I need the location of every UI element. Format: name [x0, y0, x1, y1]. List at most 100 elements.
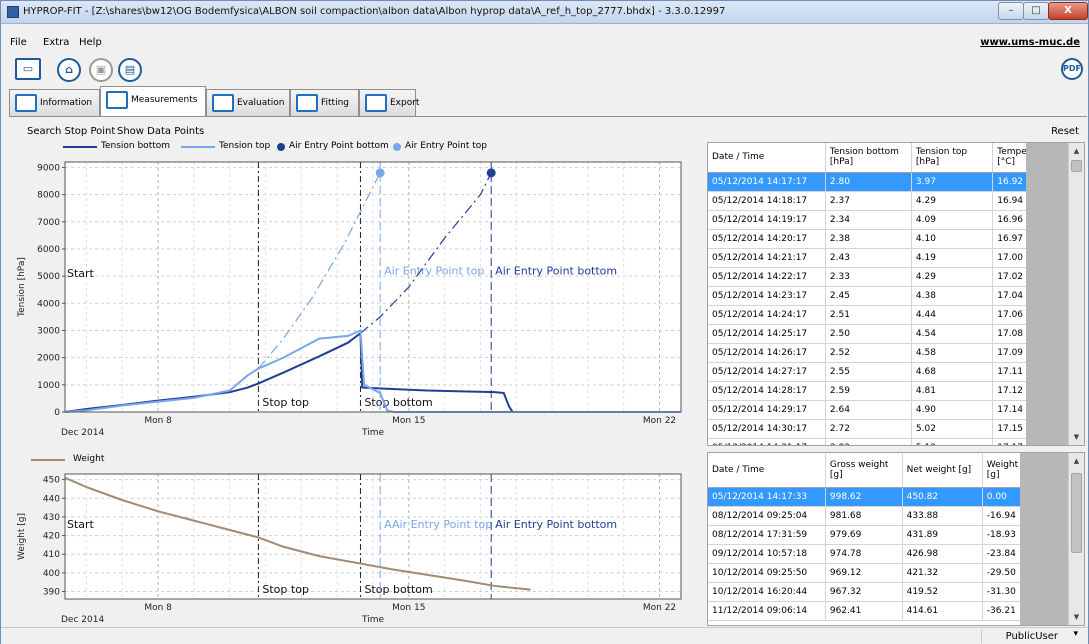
table-row[interactable]: 05/12/2014 14:24:17 2.51 4.44 17.06	[708, 305, 1070, 325]
menu-file[interactable]: File	[10, 37, 27, 48]
tension-table-scrollbar[interactable]: ▲ ▼	[1068, 143, 1084, 445]
table-cell: 2.51	[825, 305, 912, 325]
table-row[interactable]: 10/12/2014 09:25:50 969.12 421.32 -29.50	[708, 563, 1071, 583]
table-row[interactable]: 05/12/2014 14:17:17 2.80 3.97 16.92	[708, 172, 1070, 192]
scroll-thumb[interactable]	[1071, 473, 1082, 553]
status-dropdown-icon[interactable]: ▾	[1073, 629, 1078, 639]
y-tick-label: 450	[43, 476, 60, 486]
table-row[interactable]: 05/12/2014 14:31:172.835.1217.17	[708, 438, 1070, 445]
y-tick-label: 430	[43, 513, 60, 523]
table-cell: 2.72	[825, 419, 912, 439]
table-row[interactable]: 05/12/2014 14:20:17 2.38 4.10 16.97	[708, 229, 1070, 249]
tab-label: Fitting	[321, 98, 349, 108]
table-cell: 05/12/2014 14:17:17	[708, 172, 826, 192]
table-row[interactable]: 08/12/2014 17:31:59 979.69 431.89 -18.93	[708, 525, 1071, 545]
table-cell: 962.41	[825, 601, 903, 621]
column-header[interactable]: Net weight [g]	[902, 453, 983, 488]
table-cell: 419.52	[902, 582, 983, 602]
tab-export[interactable]: Export	[359, 89, 419, 116]
table-row[interactable]: 05/12/2014 14:23:17 2.45 4.38 17.04	[708, 286, 1070, 306]
y-tick-label: 440	[43, 494, 60, 504]
scroll-down-icon[interactable]: ▼	[1069, 609, 1084, 625]
table-cell: 05/12/2014 14:31:17	[708, 438, 826, 445]
table-row[interactable]: 09/12/2014 10:57:18 974.78 426.98 -23.84	[708, 544, 1071, 564]
tab-evaluation[interactable]: Evaluation	[206, 89, 290, 116]
table-row[interactable]: 05/12/2014 14:26:17 2.52 4.58 17.09	[708, 343, 1070, 363]
column-header[interactable]: Tension top [hPa]	[911, 143, 994, 173]
table-row[interactable]: 05/12/2014 14:28:17 2.59 4.81 17.12	[708, 381, 1070, 401]
toolbar: ▭ ⌂ ▣ ▤ PDF	[1, 52, 1088, 85]
table-row[interactable]: 05/12/2014 14:25:17 2.50 4.54 17.08	[708, 324, 1070, 344]
title-bar: HYPROP-FIT - [Z:\shares\bw12\OG Bodemfys…	[1, 1, 1088, 24]
scroll-up-icon[interactable]: ▲	[1069, 143, 1084, 159]
scroll-up-icon[interactable]: ▲	[1069, 453, 1084, 469]
table-cell: 4.81	[911, 381, 994, 401]
scroll-thumb[interactable]	[1071, 160, 1082, 172]
table-cell: 2.59	[825, 381, 912, 401]
table-row[interactable]: 10/12/2014 16:20:44 967.32 419.52 -31.30	[708, 582, 1071, 602]
table-row[interactable]: 11/12/2014 09:06:14 962.41 414.61 -36.21	[708, 601, 1071, 621]
legend-swatch-weight	[31, 459, 65, 461]
pdf-icon[interactable]: PDF	[1061, 58, 1083, 80]
menu-help[interactable]: Help	[79, 37, 102, 48]
column-header[interactable]: Date / Time	[708, 453, 826, 488]
weight-chart: 390 400 410 420 430 440 450 Mon 8 Mon 15 Mon 22 De…	[17, 473, 682, 625]
table-row[interactable]: 05/12/2014 14:19:17 2.34 4.09 16.96	[708, 210, 1070, 230]
tab-information[interactable]: Information	[9, 89, 100, 116]
legend-aep-bottom: Air Entry Point bottom	[289, 141, 389, 151]
weight-table-scrollbar[interactable]: ▲ ▼	[1068, 453, 1084, 625]
table-cell: 5.02	[911, 419, 994, 439]
table-row[interactable]: 05/12/2014 14:29:17 2.64 4.90 17.14	[708, 400, 1070, 420]
legend-swatch-bottom	[63, 146, 97, 148]
column-header[interactable]: Date / Time	[708, 143, 826, 173]
table-cell: 981.68	[825, 506, 903, 526]
column-header[interactable]: Tension bottom [hPa]	[825, 143, 912, 173]
save-icon[interactable]: ▣	[89, 58, 113, 82]
search-stop-point-button[interactable]: Search Stop Point	[27, 126, 115, 137]
table-row[interactable]: 05/12/2014 14:18:17 2.37 4.29 16.94	[708, 191, 1070, 211]
table-cell: 09/12/2014 10:57:18	[708, 544, 826, 564]
table-cell: 2.55	[825, 362, 912, 382]
tension-table[interactable]: Date / Time Tension bottom [hPa] Tension…	[707, 142, 1085, 446]
table-cell: 4.10	[911, 229, 994, 249]
table-cell: 431.89	[902, 525, 983, 545]
table-cell: 974.78	[825, 544, 903, 564]
table-row[interactable]: 08/12/2014 09:25:04 981.68 433.88 -16.94	[708, 506, 1071, 526]
table-cell: 2.80	[825, 172, 912, 192]
close-button[interactable]: X	[1048, 2, 1088, 20]
table-cell: 05/12/2014 14:17:33	[708, 487, 826, 507]
marker-label: Stop bottom	[364, 396, 432, 409]
evaluation-icon	[212, 94, 234, 112]
legend-dot-top	[393, 143, 401, 151]
table-row[interactable]: 05/12/2014 14:30:17 2.72 5.02 17.15	[708, 419, 1070, 439]
menu-extra[interactable]: Extra	[43, 37, 69, 48]
weight-table[interactable]: Date / Time Gross weight [g] Net weight …	[707, 452, 1085, 626]
table-row[interactable]: 05/12/2014 14:22:17 2.33 4.29 17.02	[708, 267, 1070, 287]
folder-open-icon[interactable]: ⌂	[57, 58, 81, 82]
tab-fitting[interactable]: Fitting	[290, 89, 359, 116]
maximize-button[interactable]: □	[1023, 2, 1049, 20]
tab-measurements[interactable]: Measurements	[100, 86, 206, 116]
table-cell: 426.98	[902, 544, 983, 564]
show-data-points-button[interactable]: Show Data Points	[117, 126, 204, 137]
table-cell: 05/12/2014 14:27:17	[708, 362, 826, 382]
table-row[interactable]: 05/12/2014 14:21:17 2.43 4.19 17.00	[708, 248, 1070, 268]
table-cell: 05/12/2014 14:28:17	[708, 381, 826, 401]
y-tick-label: 9000	[37, 163, 60, 173]
table-row[interactable]: 05/12/2014 14:17:33 998.62 450.82 0.00	[708, 487, 1071, 507]
window-icon[interactable]: ▭	[15, 58, 41, 80]
scroll-down-icon[interactable]: ▼	[1069, 429, 1084, 445]
tab-label: Information	[40, 98, 93, 108]
table-row[interactable]: 05/12/2014 14:27:17 2.55 4.68 17.11	[708, 362, 1070, 382]
table-cell: 2.37	[825, 191, 912, 211]
website-link[interactable]: www.ums-muc.de	[980, 37, 1080, 48]
marker-label: Air Entry Point top	[384, 265, 484, 278]
y-tick-label: 7000	[37, 218, 60, 228]
minimize-button[interactable]: –	[998, 2, 1024, 20]
save-as-icon[interactable]: ▤	[118, 58, 142, 82]
column-header[interactable]: Gross weight [g]	[825, 453, 903, 488]
tab-strip: Information Measurements Evaluation Fitt…	[9, 86, 609, 116]
tab-label: Evaluation	[237, 98, 285, 108]
reset-button[interactable]: Reset	[1051, 126, 1079, 137]
table-cell: 05/12/2014 14:29:17	[708, 400, 826, 420]
